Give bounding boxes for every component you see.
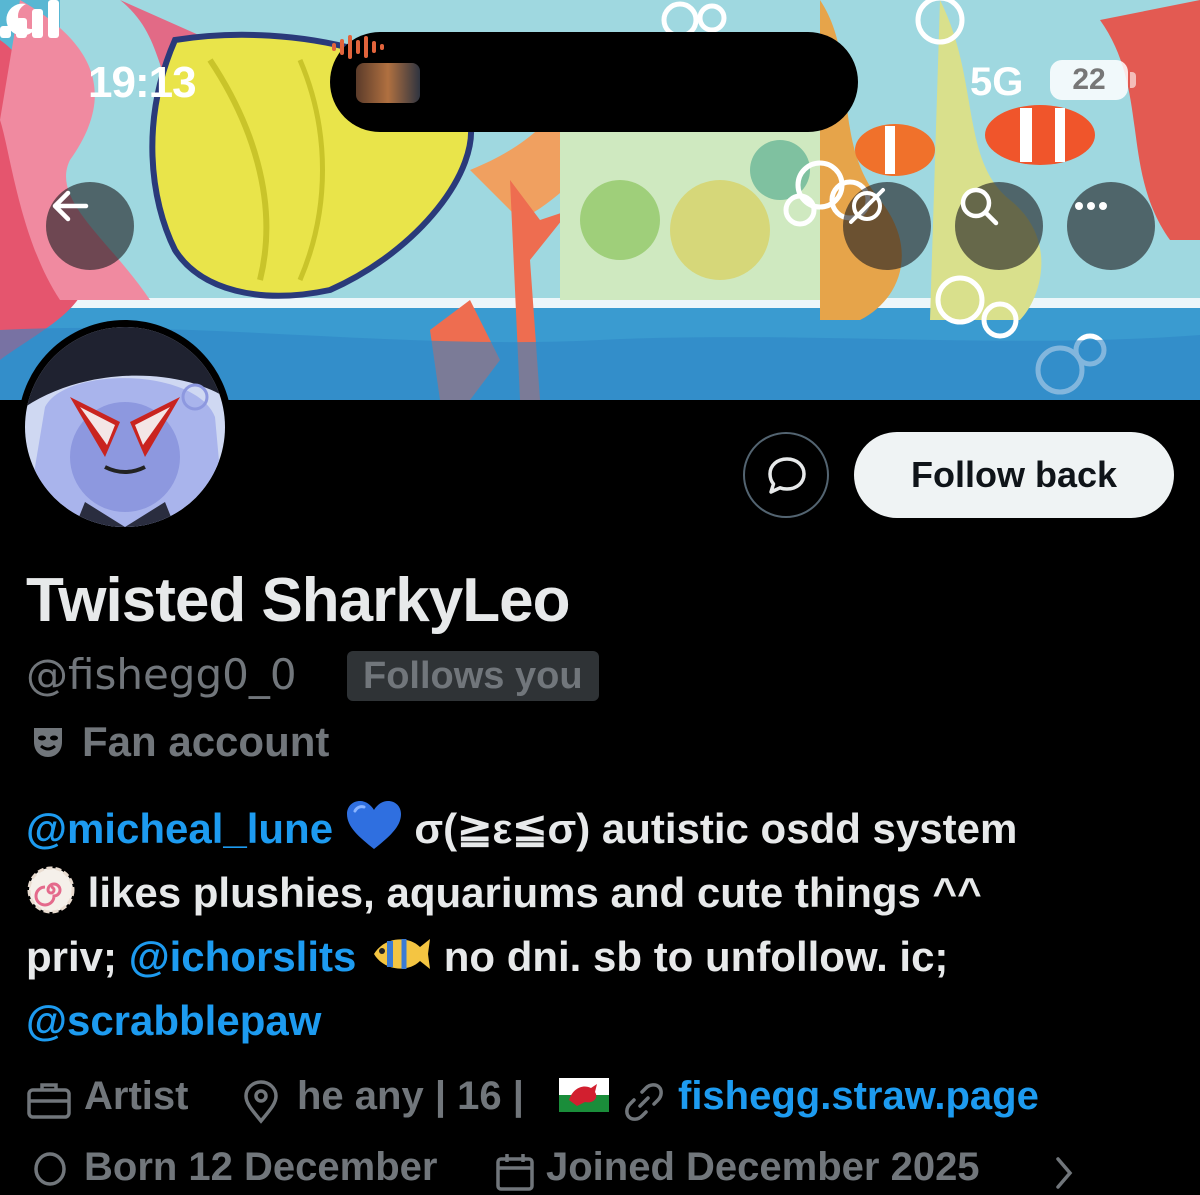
mention-link[interactable]: @micheal_lune xyxy=(26,805,333,852)
bio-text: no dni. sb to unfollow. ic; xyxy=(443,933,949,980)
mention-link[interactable]: @scrabblepaw xyxy=(26,997,321,1044)
bio-text: σ(≧ε≦σ) autistic osdd system xyxy=(414,805,1018,852)
link-icon xyxy=(625,1083,663,1121)
avatar-artwork xyxy=(25,327,225,527)
status-time: 19:13 xyxy=(88,58,197,107)
now-playing-thumbnail xyxy=(356,63,420,103)
bio-line-3: priv; @ichorslits no dni. sb to unfollow… xyxy=(26,925,1176,989)
bio: @micheal_lune σ(≧ε≦σ) autistic osdd syst… xyxy=(26,797,1176,1053)
more-button[interactable] xyxy=(1067,182,1155,270)
profile-meta-row-2: Born 12 December Joined December 2025 xyxy=(26,1145,1176,1195)
profession-label: Artist xyxy=(84,1074,189,1118)
message-button[interactable] xyxy=(743,432,829,518)
bio-line-4: @scrabblepaw xyxy=(26,989,1176,1053)
profile-meta-row: Artist he any | 16 | fishegg.straw.page xyxy=(26,1074,1176,1124)
joined-label: Joined December 2025 xyxy=(546,1145,980,1189)
bio-line-1: @micheal_lune σ(≧ε≦σ) autistic osdd syst… xyxy=(26,797,1176,861)
network-type: 5G xyxy=(970,60,1024,104)
bio-text: likes plushies, aquariums and cute thing… xyxy=(87,869,982,916)
bio-line-2: likes plushies, aquariums and cute thing… xyxy=(26,861,1176,925)
back-arrow-icon xyxy=(52,190,89,222)
birthday-label: Born 12 December xyxy=(84,1145,438,1189)
more-icon xyxy=(1075,202,1107,210)
fish-cake-emoji xyxy=(27,866,75,914)
signal-icon xyxy=(0,0,59,38)
chevron-right-icon[interactable] xyxy=(1052,1155,1076,1191)
search-button[interactable] xyxy=(955,182,1043,270)
calendar-icon xyxy=(496,1154,534,1191)
balloon-icon xyxy=(34,1152,66,1186)
follows-you-badge: Follows you xyxy=(347,651,599,701)
battery-tip xyxy=(1130,72,1136,88)
audio-wave-icon xyxy=(332,35,384,59)
location-pin-icon xyxy=(244,1080,278,1124)
follow-back-button[interactable]: Follow back xyxy=(854,432,1174,518)
masks-icon xyxy=(34,728,62,757)
website-link[interactable]: fishegg.straw.page xyxy=(678,1074,1039,1119)
briefcase-icon xyxy=(27,1083,71,1119)
handle: @fishegg0_0 xyxy=(26,650,297,699)
battery-icon: 22 xyxy=(1050,60,1128,100)
chat-bubble-icon xyxy=(768,457,806,494)
display-name: Twisted SharkyLeo xyxy=(26,566,570,635)
mention-link[interactable]: @ichorslits xyxy=(129,933,357,980)
bio-text: priv; xyxy=(26,933,118,980)
profile-category: Fan account xyxy=(82,718,330,765)
blue-heart-emoji xyxy=(346,801,401,849)
search-icon xyxy=(960,187,999,226)
grok-button[interactable] xyxy=(843,182,931,270)
back-button[interactable] xyxy=(46,182,134,270)
grok-icon xyxy=(849,188,885,224)
location-label: he any | 16 | xyxy=(297,1074,524,1118)
dynamic-island xyxy=(330,32,858,132)
wales-flag-icon xyxy=(559,1078,609,1112)
tropical-fish-emoji xyxy=(374,939,431,969)
avatar[interactable] xyxy=(18,320,232,534)
